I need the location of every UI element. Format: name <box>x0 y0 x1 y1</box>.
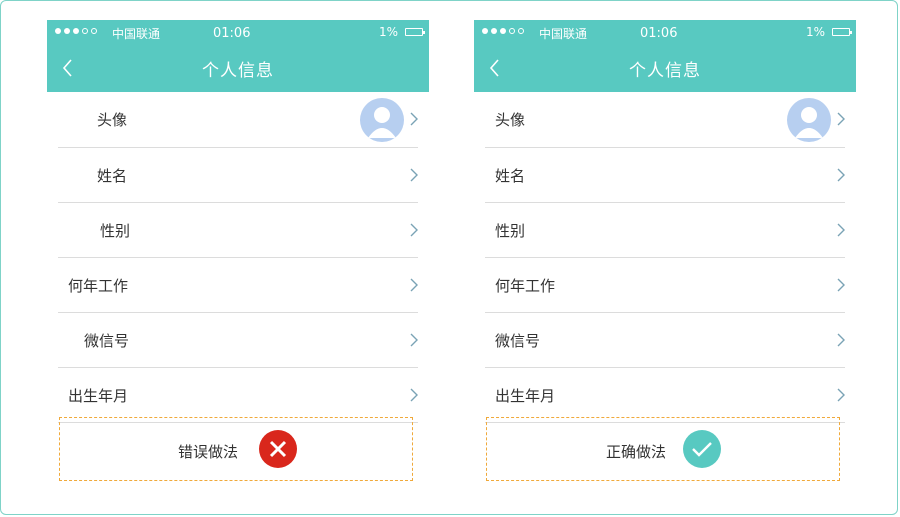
row-label: 微信号 <box>84 332 130 350</box>
status-bar: 中国联通 01:06 1% <box>474 20 856 44</box>
chevron-right-icon <box>410 223 418 237</box>
chevron-right-icon <box>837 112 845 126</box>
chevron-right-icon <box>410 388 418 402</box>
list-item-name[interactable]: 姓名 <box>58 148 418 203</box>
list-item-gender[interactable]: 性别 <box>485 203 845 258</box>
row-label: 何年工作 <box>68 277 129 295</box>
list-item-gender[interactable]: 性别 <box>58 203 418 258</box>
nav-bar: 个人信息 <box>474 44 856 92</box>
row-label: 出生年月 <box>68 387 129 405</box>
chevron-right-icon <box>837 333 845 347</box>
status-bar: 中国联通 01:06 1% <box>47 20 429 44</box>
phone-wrong-example: 中国联通 01:06 1% 个人信息 头像 姓名 性别 何年工作 微信号 出生年… <box>47 20 429 423</box>
carrier-name: 中国联通 <box>112 27 161 41</box>
battery-percent: 1% <box>378 25 398 39</box>
info-list: 头像 姓名 性别 何年工作 微信号 出生年月 <box>47 92 429 423</box>
row-label: 头像 <box>495 111 526 129</box>
row-label: 姓名 <box>97 167 128 185</box>
verdict-correct: 正确做法 <box>486 417 840 481</box>
chevron-right-icon <box>837 223 845 237</box>
list-item-avatar[interactable]: 头像 <box>485 92 845 148</box>
row-label: 出生年月 <box>495 387 556 405</box>
battery-icon <box>832 28 852 36</box>
battery-icon <box>405 28 425 36</box>
row-label: 微信号 <box>495 332 541 350</box>
verdict-label: 正确做法 <box>606 443 667 461</box>
status-time: 01:06 <box>213 26 251 41</box>
row-label: 性别 <box>495 222 526 240</box>
phone-correct-example: 中国联通 01:06 1% 个人信息 头像 姓名 性别 何年工作 微信号 出生年… <box>474 20 856 423</box>
signal-dots-icon <box>55 28 97 34</box>
list-item-birth[interactable]: 出生年月 <box>58 368 418 423</box>
row-label: 何年工作 <box>495 277 556 295</box>
page-title: 个人信息 <box>202 61 274 81</box>
list-item-avatar[interactable]: 头像 <box>58 92 418 148</box>
row-label: 头像 <box>97 111 128 129</box>
chevron-right-icon <box>410 168 418 182</box>
chevron-right-icon <box>410 333 418 347</box>
check-icon <box>683 430 721 468</box>
list-item-work-year[interactable]: 何年工作 <box>485 258 845 313</box>
chevron-right-icon <box>410 278 418 292</box>
list-item-birth[interactable]: 出生年月 <box>485 368 845 423</box>
carrier-name: 中国联通 <box>539 27 588 41</box>
chevron-right-icon <box>837 278 845 292</box>
error-x-icon <box>259 430 297 468</box>
page-title: 个人信息 <box>629 61 701 81</box>
verdict-label: 错误做法 <box>178 443 239 461</box>
list-item-name[interactable]: 姓名 <box>485 148 845 203</box>
chevron-right-icon <box>837 168 845 182</box>
list-item-work-year[interactable]: 何年工作 <box>58 258 418 313</box>
row-label: 性别 <box>100 222 131 240</box>
verdict-wrong: 错误做法 <box>59 417 413 481</box>
list-item-wechat[interactable]: 微信号 <box>58 313 418 368</box>
chevron-right-icon <box>410 112 418 126</box>
chevron-right-icon <box>837 388 845 402</box>
list-item-wechat[interactable]: 微信号 <box>485 313 845 368</box>
avatar <box>360 98 404 142</box>
nav-bar: 个人信息 <box>47 44 429 92</box>
info-list: 头像 姓名 性别 何年工作 微信号 出生年月 <box>474 92 856 423</box>
status-time: 01:06 <box>640 26 678 41</box>
battery-percent: 1% <box>805 25 825 39</box>
signal-dots-icon <box>482 28 524 34</box>
row-label: 姓名 <box>495 167 526 185</box>
avatar <box>787 98 831 142</box>
